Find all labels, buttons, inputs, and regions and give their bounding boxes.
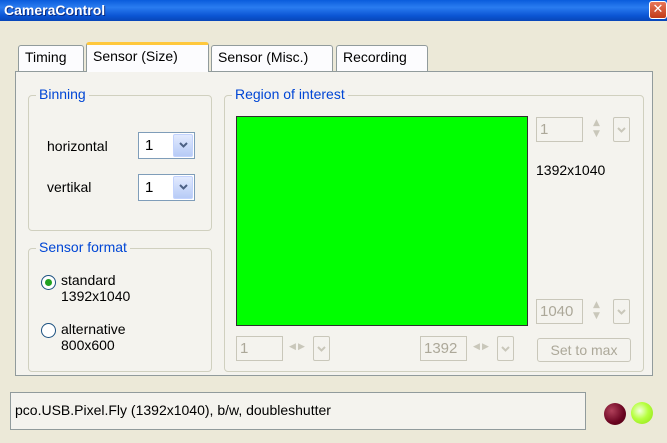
down-arrow-icon: ▼ bbox=[593, 311, 600, 321]
radio-selected-dot bbox=[45, 279, 52, 286]
tab-sensor-misc[interactable]: Sensor (Misc.) bbox=[211, 45, 333, 71]
roi-right-dropdown[interactable] bbox=[497, 336, 514, 361]
right-arrow-icon: ▶ bbox=[298, 342, 305, 352]
roi-top-spinner[interactable]: ▲ ▼ bbox=[587, 117, 609, 142]
alternative-detail: 800x600 bbox=[61, 337, 115, 353]
horizontal-binning-value: 1 bbox=[145, 137, 154, 154]
horizontal-label: horizontal bbox=[47, 138, 108, 154]
roi-bottom-dropdown[interactable] bbox=[613, 299, 630, 324]
roi-size-text: 1392x1040 bbox=[536, 162, 606, 178]
sensor-size-panel: Binning horizontal 1 vertikal 1 Sensor f… bbox=[15, 71, 653, 376]
alternative-radio[interactable] bbox=[41, 323, 56, 338]
roi-top-dropdown[interactable] bbox=[613, 117, 630, 142]
roi-left-field[interactable]: 1 bbox=[236, 336, 283, 361]
sensor-format-title: Sensor format bbox=[36, 239, 130, 255]
roi-left-dropdown[interactable] bbox=[313, 336, 330, 361]
standard-radio[interactable] bbox=[41, 275, 56, 290]
alternative-label: alternative bbox=[61, 321, 126, 337]
horizontal-binning-select[interactable]: 1 bbox=[138, 132, 195, 159]
title-bar[interactable]: CameraControl ✕ bbox=[0, 0, 667, 21]
status-text: pco.USB.Pixel.Fly (1392x1040), b/w, doub… bbox=[15, 402, 331, 418]
vertical-binning-select[interactable]: 1 bbox=[138, 174, 195, 201]
chevron-down-icon[interactable] bbox=[173, 134, 193, 157]
roi-preview[interactable] bbox=[236, 116, 528, 326]
left-arrow-icon: ◀ bbox=[473, 342, 480, 352]
up-arrow-icon: ▲ bbox=[593, 118, 600, 128]
left-arrow-icon: ◀ bbox=[289, 342, 296, 352]
roi-right-spinner[interactable]: ◀ ▶ bbox=[471, 336, 493, 361]
roi-bottom-field[interactable]: 1040 bbox=[536, 299, 583, 324]
down-arrow-icon: ▼ bbox=[593, 129, 600, 139]
roi-title: Region of interest bbox=[232, 86, 348, 102]
tab-timing[interactable]: Timing bbox=[18, 45, 84, 71]
roi-right-field[interactable]: 1392 bbox=[420, 336, 467, 361]
set-to-max-button[interactable]: Set to max bbox=[537, 338, 631, 362]
sensor-format-group: Sensor format bbox=[28, 239, 212, 372]
close-icon[interactable]: ✕ bbox=[649, 1, 667, 19]
green-status-led-icon bbox=[631, 402, 653, 424]
window-title: CameraControl bbox=[4, 2, 106, 18]
roi-top-field[interactable]: 1 bbox=[536, 117, 583, 142]
right-arrow-icon: ▶ bbox=[482, 342, 489, 352]
tab-sensor-size[interactable]: Sensor (Size) bbox=[86, 42, 209, 72]
binning-group: Binning bbox=[28, 86, 212, 231]
camera-control-window: CameraControl ✕ Timing Sensor (Size) Sen… bbox=[0, 0, 667, 443]
tab-recording[interactable]: Recording bbox=[336, 45, 428, 71]
binning-title: Binning bbox=[36, 86, 89, 102]
roi-bottom-spinner[interactable]: ▲ ▼ bbox=[587, 299, 609, 324]
standard-label: standard bbox=[61, 272, 116, 288]
vertical-binning-value: 1 bbox=[145, 179, 154, 196]
vertical-label: vertikal bbox=[47, 179, 92, 195]
standard-detail: 1392x1040 bbox=[61, 288, 131, 304]
red-status-led-icon bbox=[604, 403, 626, 425]
up-arrow-icon: ▲ bbox=[593, 300, 600, 310]
status-bar: pco.USB.Pixel.Fly (1392x1040), b/w, doub… bbox=[10, 392, 586, 430]
roi-left-spinner[interactable]: ◀ ▶ bbox=[287, 336, 309, 361]
chevron-down-icon[interactable] bbox=[173, 176, 193, 199]
